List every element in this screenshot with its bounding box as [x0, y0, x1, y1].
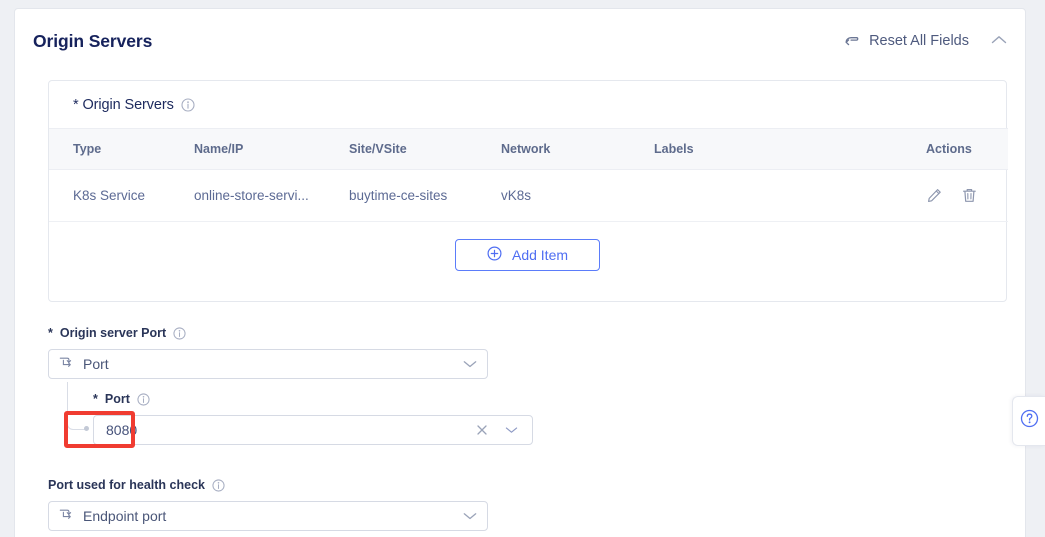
- cell-type: K8s Service: [49, 169, 194, 222]
- page-title: Origin Servers: [33, 30, 153, 51]
- column-header-network: Network: [501, 128, 654, 170]
- origin-servers-panel-label: * Origin Servers: [73, 97, 174, 113]
- origin-servers-card: Origin Servers Reset All Fields * Origin…: [14, 8, 1026, 537]
- page-root: Origin Servers Reset All Fields * Origin…: [0, 0, 1045, 537]
- health-check-port-label-text: Port used for health check: [48, 478, 205, 492]
- column-header-name-ip: Name/IP: [194, 128, 349, 170]
- table-header-row: Type Name/IP Site/VSite Network Labels A…: [49, 128, 1008, 170]
- add-item-button[interactable]: Add Item: [455, 239, 600, 271]
- tree-connector-dot: [84, 426, 89, 431]
- table-header: Type Name/IP Site/VSite Network Labels A…: [49, 128, 1008, 170]
- collapse-section-button[interactable]: [991, 32, 1007, 50]
- origin-server-port-value: Port: [83, 356, 109, 372]
- chevron-up-icon: [991, 32, 1007, 50]
- info-icon[interactable]: [181, 97, 195, 112]
- plus-circle-icon: [487, 246, 502, 264]
- health-check-port-group: Port used for health check Endpoint port: [48, 478, 488, 531]
- origin-server-port-label: * Origin server Port: [48, 326, 488, 340]
- origin-servers-panel: * Origin Servers Type Name/IP Site/VSite…: [48, 80, 1008, 302]
- cell-network: vK8s: [501, 169, 654, 222]
- table-row: K8s Service online-store-servi... buytim…: [49, 169, 1008, 222]
- port-input-container[interactable]: [93, 415, 533, 445]
- cell-labels: [654, 169, 926, 222]
- port-field-label: * Port: [93, 392, 533, 406]
- column-header-site-vsite: Site/VSite: [349, 128, 501, 170]
- health-check-port-select[interactable]: Endpoint port: [48, 501, 488, 531]
- cell-site-vsite: buytime-ce-sites: [349, 169, 501, 222]
- origin-server-port-label-text: Origin server Port: [59, 326, 167, 340]
- required-marker: *: [48, 326, 53, 340]
- close-x-icon[interactable]: [476, 424, 488, 436]
- info-icon[interactable]: [137, 392, 150, 406]
- info-icon[interactable]: [212, 478, 225, 492]
- health-check-port-value: Endpoint port: [83, 508, 167, 524]
- question-circle-icon: [1020, 409, 1039, 433]
- column-header-type: Type: [49, 128, 194, 170]
- origin-server-port-select[interactable]: Port: [48, 349, 488, 379]
- origin-servers-table: Type Name/IP Site/VSite Network Labels A…: [49, 128, 1008, 222]
- undo-arrow-icon: [843, 34, 860, 49]
- required-marker: *: [93, 392, 98, 406]
- edit-icon[interactable]: [926, 187, 943, 204]
- table-body: K8s Service online-store-servi... buytim…: [49, 169, 1008, 222]
- column-header-labels: Labels: [654, 128, 926, 170]
- origin-servers-panel-label-row: * Origin Servers: [49, 81, 1006, 128]
- header-actions: Reset All Fields: [843, 32, 1007, 50]
- port-input[interactable]: [106, 422, 226, 438]
- help-widget-button[interactable]: [1012, 396, 1045, 446]
- chevron-down-icon[interactable]: [463, 360, 477, 369]
- branch-icon: [59, 354, 74, 374]
- add-item-label: Add Item: [511, 247, 569, 263]
- required-marker: *: [73, 96, 79, 113]
- add-item-row: Add Item: [49, 239, 1006, 271]
- cell-actions: [926, 169, 1008, 222]
- chevron-down-icon[interactable]: [463, 512, 477, 521]
- branch-icon: [59, 506, 74, 526]
- tree-connector-line: [67, 382, 86, 430]
- reset-all-fields-label: Reset All Fields: [869, 33, 969, 49]
- cell-name-ip: online-store-servi...: [194, 169, 349, 222]
- origin-server-port-group: * Origin server Port Port: [48, 326, 488, 379]
- port-field-label-text: Port: [104, 392, 130, 406]
- chevron-down-icon[interactable]: [505, 426, 518, 434]
- health-check-port-label: Port used for health check: [48, 478, 488, 492]
- origin-servers-panel-label-text: Origin Servers: [82, 96, 174, 113]
- delete-icon[interactable]: [961, 187, 978, 204]
- reset-all-fields-button[interactable]: Reset All Fields: [843, 33, 969, 49]
- info-icon[interactable]: [173, 326, 186, 340]
- port-field-group: * Port: [67, 382, 533, 445]
- card-header: Origin Servers Reset All Fields: [15, 9, 1025, 73]
- column-header-actions: Actions: [926, 128, 1008, 170]
